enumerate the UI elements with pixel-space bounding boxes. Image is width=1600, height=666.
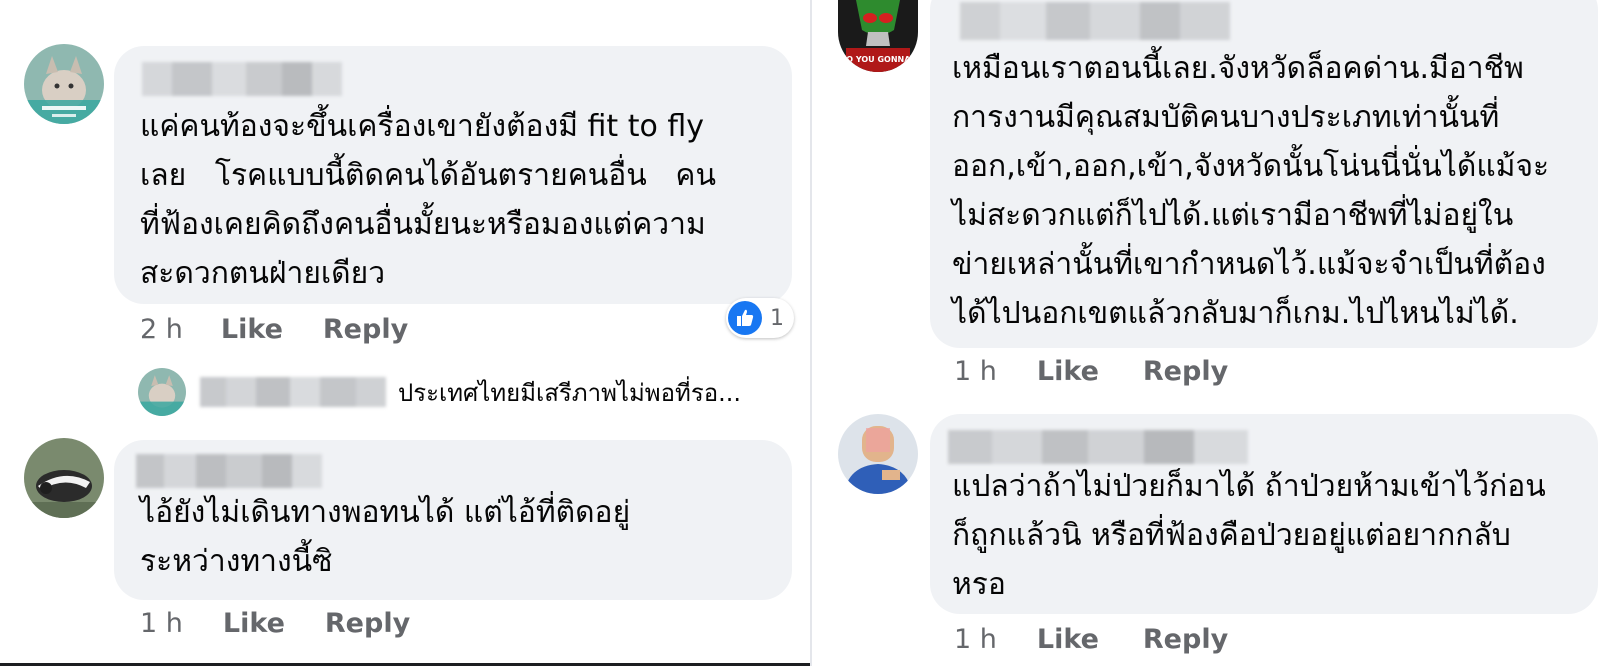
comment-text-line: ไอ้ยังไม่เดินทางพอทนได้ แต่ไอ้ที่ติดอยู่ [140,495,631,530]
comment-actions: 2 h Like Reply [140,314,408,345]
comment-text-line: ข่ายเหล่านั้นที่เขากำหนดไว้.แม้จะจำเป็นท… [952,247,1546,282]
reply-preview-text: ประเทศไทยมีเสรีภาพไม่พอที่รอ... [398,378,742,407]
commenter-name-redacted[interactable] [142,62,342,96]
comment-timestamp[interactable]: 2 h [140,314,183,345]
commenter-name-redacted[interactable] [960,2,1230,40]
comment-text-line: ออก,เข้า,ออก,เข้า,จังหวัดนั้นโน่นนี่นั่น… [952,149,1550,184]
comment-text-line: ระหว่างทางนี้ซิ [140,544,333,579]
right-comments-panel: WHO YOU GONNA CA เหมือนเราตอนนี้เลย.จังห… [812,0,1600,666]
like-button[interactable]: Like [1037,356,1099,387]
commenter-name-redacted[interactable] [948,430,1248,464]
comment-actions: 1 h Like Reply [954,624,1228,655]
reply-button[interactable]: Reply [1143,624,1228,655]
comment-timestamp[interactable]: 1 h [140,608,183,639]
avatar[interactable] [838,414,918,494]
comment-timestamp[interactable]: 1 h [954,624,997,655]
comment-bubble: ไอ้ยังไม่เดินทางพอทนได้ แต่ไอ้ที่ติดอยู่… [114,440,792,600]
comment-text-line: การงานมีคุณสมบัติคนบางประเภทเท่านั้นที่ [952,100,1500,135]
comment-text-line: ได้ไปนอกเขตแล้วกลับมาก็เกม.ไปไหนไม่ได้. [952,296,1519,331]
comment-bubble: เหมือนเราตอนนี้เลย.จังหวัดล็อคด่าน.มีอาช… [930,0,1598,348]
comment-text-line: หรอ [952,567,1006,602]
comment-text-line: ไม่สะดวกแต่ก็ไปได้.แต่เรามีอาชีพที่ไม่อย… [952,198,1514,233]
reply-name-redacted [200,377,386,407]
comment-actions: 1 h Like Reply [140,608,410,639]
comment-timestamp[interactable]: 1 h [954,356,997,387]
reply-button[interactable]: Reply [325,608,410,639]
reply-preview[interactable]: ประเทศไทยมีเสรีภาพไม่พอที่รอ... [138,368,741,416]
reply-button[interactable]: Reply [323,314,408,345]
like-button[interactable]: Like [223,608,285,639]
comment-actions: 1 h Like Reply [954,356,1228,387]
comment-text-line: เหมือนเราตอนนี้เลย.จังหวัดล็อคด่าน.มีอาช… [952,51,1524,86]
left-comments-panel: แค่คนท้องจะขึ้นเครื่องเขายังต้องมี fit t… [0,0,812,666]
avatar[interactable]: WHO YOU GONNA CA [838,0,918,72]
reply-button[interactable]: Reply [1143,356,1228,387]
comment-text-line: แปลว่าถ้าไม่ป่วยก็มาได้ ถ้าป่วยห้ามเข้าไ… [952,469,1546,504]
comment-text-line: แค่คนท้องจะขึ้นเครื่องเขายังต้องมี fit t… [140,109,705,144]
like-thumb-icon [728,301,762,335]
commenter-name-redacted[interactable] [136,454,322,488]
like-button[interactable]: Like [1037,624,1099,655]
avatar[interactable] [24,44,104,124]
comment-bubble: แค่คนท้องจะขึ้นเครื่องเขายังต้องมี fit t… [114,46,792,304]
avatar-caption: WHO YOU GONNA CA [838,55,918,64]
comment-text-line: ก็ถูกแล้วนิ หรือที่ฟ้องคือป่วยอยู่แต่อยา… [952,518,1511,553]
like-button[interactable]: Like [221,314,283,345]
avatar [138,368,186,416]
comment-text-line: สะดวกตนฝ่ายเดียว [140,256,386,291]
comment-text-line: ที่ฟ้องเคยคิดถึงคนอื่นมั้ยนะหรือมองแต่คว… [140,207,706,242]
reaction-badge[interactable]: 1 [726,298,794,338]
reaction-count: 1 [770,305,784,331]
comment-text-line: เลย โรคแบบนี้ติดคนได้อันตรายคนอื่น คน [140,158,716,193]
avatar[interactable] [24,438,104,518]
comment-bubble: แปลว่าถ้าไม่ป่วยก็มาได้ ถ้าป่วยห้ามเข้าไ… [930,414,1598,614]
